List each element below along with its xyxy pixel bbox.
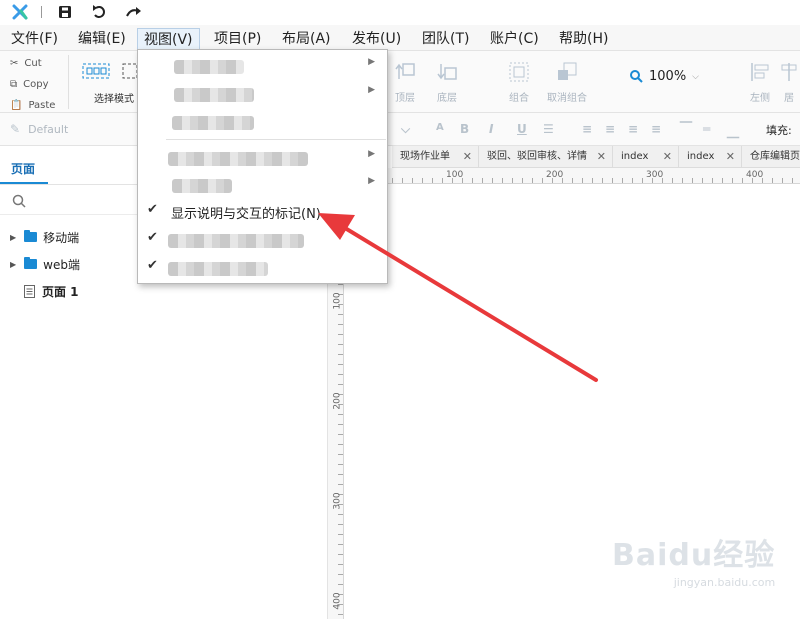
red-arrow-annotation: [318, 213, 598, 382]
watermark-brand: Baidu经验: [612, 538, 776, 573]
watermark-url: jingyan.baidu.com: [673, 576, 776, 589]
baidu-watermark: Baidu经验 jingyan.baidu.com: [612, 530, 775, 589]
